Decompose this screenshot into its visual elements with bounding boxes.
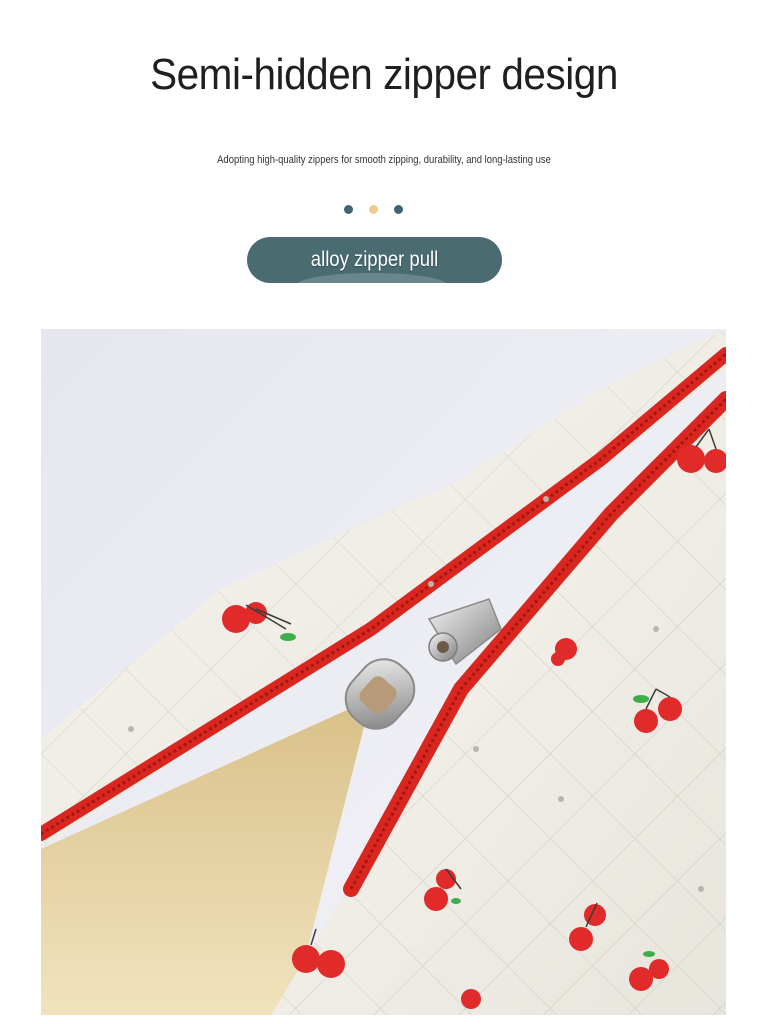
dot-middle [369, 205, 378, 214]
feature-subtitle: Adopting high-quality zippers for smooth… [217, 154, 551, 166]
feature-tag-label: alloy zipper pull [310, 248, 439, 271]
pouch-zipper-image [41, 329, 726, 1015]
feature-tag: alloy zipper pull [247, 237, 502, 283]
product-detail-page: Semi-hidden zipper design Adopting high-… [0, 0, 768, 1024]
page-title: Semi-hidden zipper design [150, 50, 618, 99]
decorative-dots [344, 205, 404, 215]
dot-left [344, 205, 353, 214]
dot-right [394, 205, 403, 214]
product-photo [41, 329, 726, 1015]
